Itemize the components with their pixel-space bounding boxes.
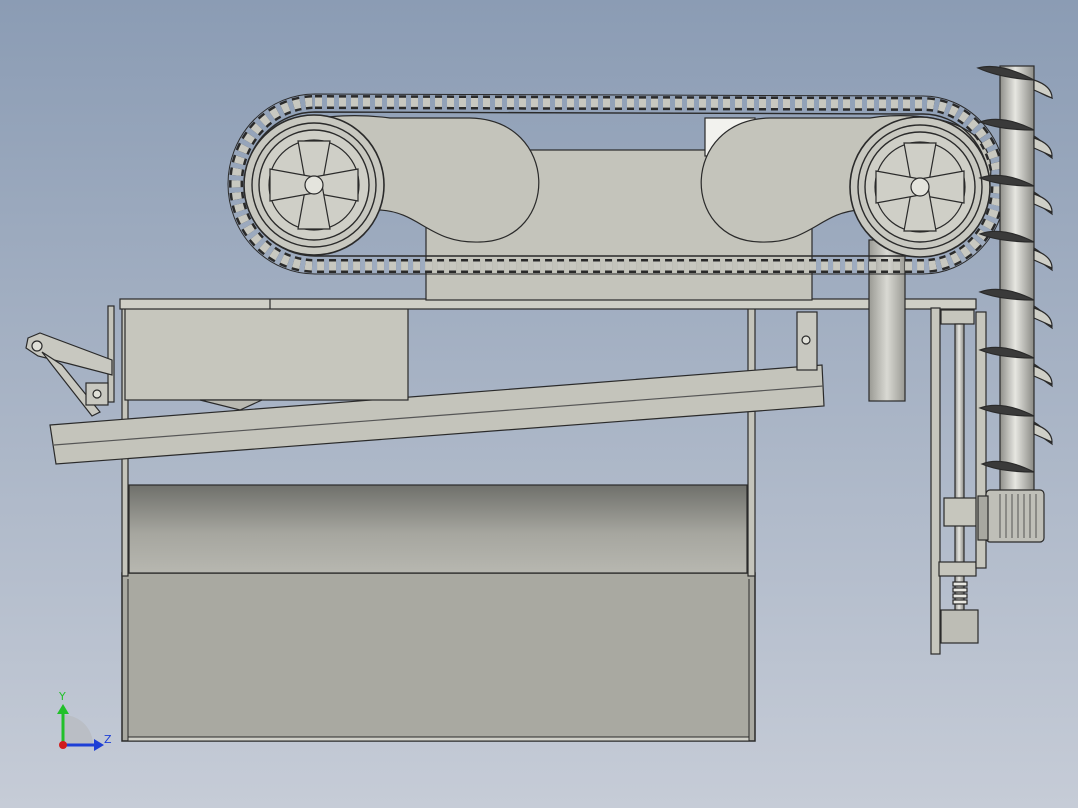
triad-z-label: Z [104, 733, 112, 746]
pivot-arm-linkage [25, 332, 113, 417]
right-pulley-wheel [849, 116, 991, 258]
hopper-box [124, 305, 409, 411]
triad-y-label: Y [58, 690, 66, 703]
coordinate-triad: Y Z [57, 690, 112, 751]
left-pulley-wheel [243, 114, 385, 256]
auger-screw-conveyor [976, 65, 1053, 493]
cad-model-drawing[interactable]: Y Z [0, 0, 1078, 808]
roller-drum [128, 484, 748, 574]
drive-motor [977, 489, 1045, 543]
right-bracket [796, 311, 818, 371]
lead-screw-assembly [930, 307, 987, 655]
cad-viewport[interactable]: Y Z [0, 0, 1078, 808]
collection-bin [121, 572, 756, 742]
